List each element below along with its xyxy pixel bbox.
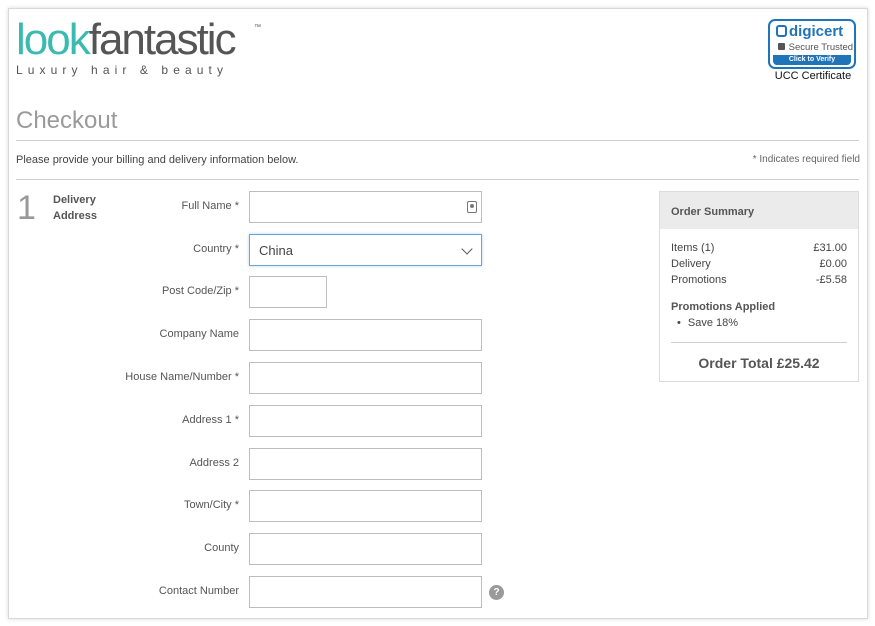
summary-delivery-value: £0.00 <box>819 258 847 270</box>
summary-delivery-row: Delivery £0.00 <box>671 258 847 270</box>
divider <box>16 140 859 141</box>
seal-trust-text: Secure Trusted <box>777 42 853 53</box>
county-label: County <box>204 542 239 554</box>
county-input[interactable] <box>249 533 482 565</box>
contact-row: Contact Number ? <box>109 576 539 608</box>
house-label: House Name/Number * <box>125 371 239 383</box>
post-code-input[interactable] <box>249 276 327 308</box>
company-label: Company Name <box>159 328 239 340</box>
step-number: 1 <box>17 189 36 227</box>
company-row: Company Name <box>109 319 539 351</box>
town-input[interactable] <box>249 490 482 522</box>
post-code-row: Post Code/Zip * <box>109 276 539 308</box>
town-label: Town/City * <box>183 499 239 511</box>
order-summary-title: Order Summary <box>660 192 858 229</box>
chevron-down-icon <box>461 243 473 255</box>
page-frame: lookfantastic ™ Luxury hair & beauty dig… <box>8 8 868 619</box>
town-row: Town/City * <box>109 490 539 522</box>
full-name-label: Full Name * <box>181 200 239 212</box>
trademark-symbol: ™ <box>254 24 261 31</box>
summary-items-row: Items (1) £31.00 <box>671 242 847 254</box>
site-logo[interactable]: lookfantastic ™ Luxury hair & beauty <box>16 15 261 78</box>
address2-input[interactable] <box>249 448 482 480</box>
address1-row: Address 1 * <box>109 405 539 437</box>
summary-promotions-value: -£5.58 <box>815 274 847 286</box>
digicert-seal-box[interactable]: digicert Secure Trusted Click to Verify <box>768 19 856 69</box>
country-label: Country * <box>193 243 239 255</box>
summary-promotions-row: Promotions -£5.58 <box>671 274 847 286</box>
digicert-logo: digicert <box>776 23 843 40</box>
country-select[interactable]: China <box>249 234 482 266</box>
intro-text: Please provide your billing and delivery… <box>16 154 299 166</box>
order-total: Order Total £25.42 <box>698 355 820 371</box>
address2-row: Address 2 <box>109 448 539 480</box>
contact-card-icon[interactable] <box>467 201 477 213</box>
address1-input[interactable] <box>249 405 482 437</box>
country-row: Country * China <box>109 234 539 266</box>
promotions-applied-title: Promotions Applied <box>671 301 776 313</box>
divider <box>16 179 859 180</box>
full-name-row: Full Name * <box>109 191 539 223</box>
post-code-label: Post Code/Zip * <box>161 285 239 297</box>
certificate-caption: UCC Certificate <box>774 70 852 82</box>
house-input[interactable] <box>249 362 482 394</box>
contact-label: Contact Number <box>158 585 239 597</box>
promotion-item: Save 18% <box>677 317 738 329</box>
logo-wordmark: lookfantastic <box>16 15 237 64</box>
page-title: Checkout <box>16 107 118 134</box>
order-summary: Order Summary Items (1) £31.00 Delivery … <box>659 191 859 382</box>
company-input[interactable] <box>249 319 482 351</box>
summary-items-value: £31.00 <box>813 242 847 254</box>
required-field-note: * Indicates required field <box>752 154 860 165</box>
digicert-trust-seal[interactable]: digicert Secure Trusted Click to Verify … <box>768 19 858 82</box>
digicert-icon <box>776 25 787 37</box>
county-row: County <box>109 533 539 565</box>
full-name-input[interactable] <box>249 191 482 223</box>
divider <box>671 342 847 343</box>
help-icon[interactable]: ? <box>489 585 504 600</box>
padlock-icon <box>778 43 785 50</box>
address1-label: Address 1 * <box>182 414 239 426</box>
address2-label: Address 2 <box>189 457 239 469</box>
logo-tagline: Luxury hair & beauty <box>16 63 229 77</box>
click-to-verify-link[interactable]: Click to Verify <box>773 55 851 65</box>
contact-number-input[interactable] <box>249 576 482 608</box>
house-row: House Name/Number * <box>109 362 539 394</box>
